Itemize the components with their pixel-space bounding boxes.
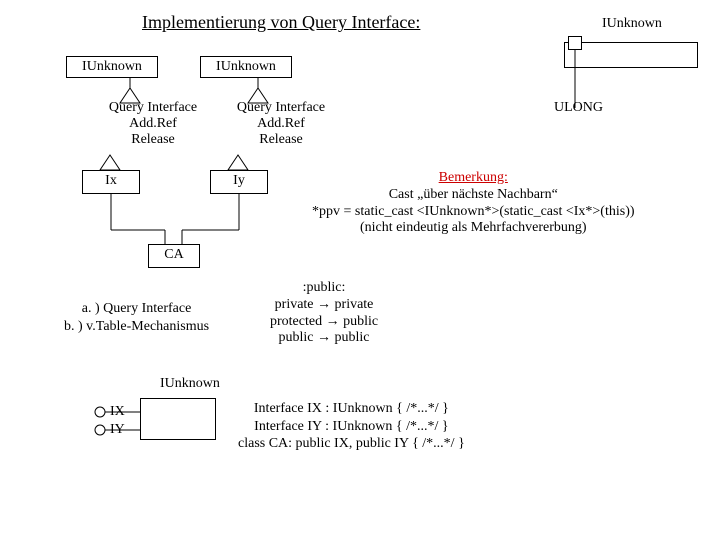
public-l4: public → public bbox=[270, 330, 378, 347]
top-right-iunknown-label: IUnknown bbox=[602, 16, 662, 32]
ulong-label: ULONG bbox=[554, 100, 603, 116]
lower-box bbox=[140, 398, 216, 440]
mid-method-3: Release bbox=[226, 132, 336, 148]
iy-small-label: IY bbox=[110, 422, 125, 438]
lower-iunknown-label: IUnknown bbox=[160, 376, 220, 392]
top-right-box bbox=[564, 42, 698, 68]
mechanism-l2: b. ) v.Table-Mechanismus bbox=[64, 318, 209, 336]
mid-methods: Query Interface Add.Ref Release bbox=[226, 100, 336, 148]
page-title: Implementierung von Query Interface: bbox=[142, 12, 420, 33]
ix-small-label: IX bbox=[110, 404, 125, 420]
ix-box: Ix bbox=[82, 170, 140, 194]
code-l3: class CA: public IX, public IY { /*...*/… bbox=[238, 435, 465, 453]
bemerkung-l2: *ppv = static_cast <IUnknown*>(static_ca… bbox=[312, 204, 635, 221]
mid-iunknown-box: IUnknown bbox=[200, 56, 292, 78]
public-l1: :public: bbox=[270, 280, 378, 297]
code-l1: Interface IX : IUnknown { /*...*/ } bbox=[238, 400, 465, 418]
bemerkung-l1: Cast „über nächste Nachbarn“ bbox=[312, 187, 635, 204]
bemerkung-block: Bemerkung: Cast „über nächste Nachbarn“ … bbox=[312, 170, 635, 237]
ca-text: CA bbox=[164, 247, 183, 262]
left-iunknown-text: IUnknown bbox=[82, 59, 142, 74]
mid-method-1: Query Interface bbox=[226, 100, 336, 116]
mechanism-block: a. ) Query Interface b. ) v.Table-Mechan… bbox=[64, 300, 209, 335]
left-method-3: Release bbox=[98, 132, 208, 148]
connectors-svg bbox=[0, 0, 720, 540]
code-block: Interface IX : IUnknown { /*...*/ } Inte… bbox=[238, 400, 465, 453]
bemerkung-head: Bemerkung: bbox=[312, 170, 635, 187]
bemerkung-l3: (nicht eindeutig als Mehrfachvererbung) bbox=[312, 220, 635, 237]
top-right-small-box bbox=[568, 36, 582, 50]
left-method-1: Query Interface bbox=[98, 100, 208, 116]
public-l2: private → private bbox=[270, 297, 378, 314]
public-l3: protected → public bbox=[270, 314, 378, 331]
code-l2: Interface IY : IUnknown { /*...*/ } bbox=[238, 418, 465, 436]
left-iunknown-box: IUnknown bbox=[66, 56, 158, 78]
left-methods: Query Interface Add.Ref Release bbox=[98, 100, 208, 148]
mid-iunknown-text: IUnknown bbox=[216, 59, 276, 74]
ix-text: Ix bbox=[105, 173, 117, 188]
ca-box: CA bbox=[148, 244, 200, 268]
iy-box: Iy bbox=[210, 170, 268, 194]
left-method-2: Add.Ref bbox=[98, 116, 208, 132]
public-block: :public: private → private protected → p… bbox=[270, 280, 378, 347]
iy-text: Iy bbox=[233, 173, 245, 188]
mid-method-2: Add.Ref bbox=[226, 116, 336, 132]
mechanism-l1: a. ) Query Interface bbox=[64, 300, 209, 318]
